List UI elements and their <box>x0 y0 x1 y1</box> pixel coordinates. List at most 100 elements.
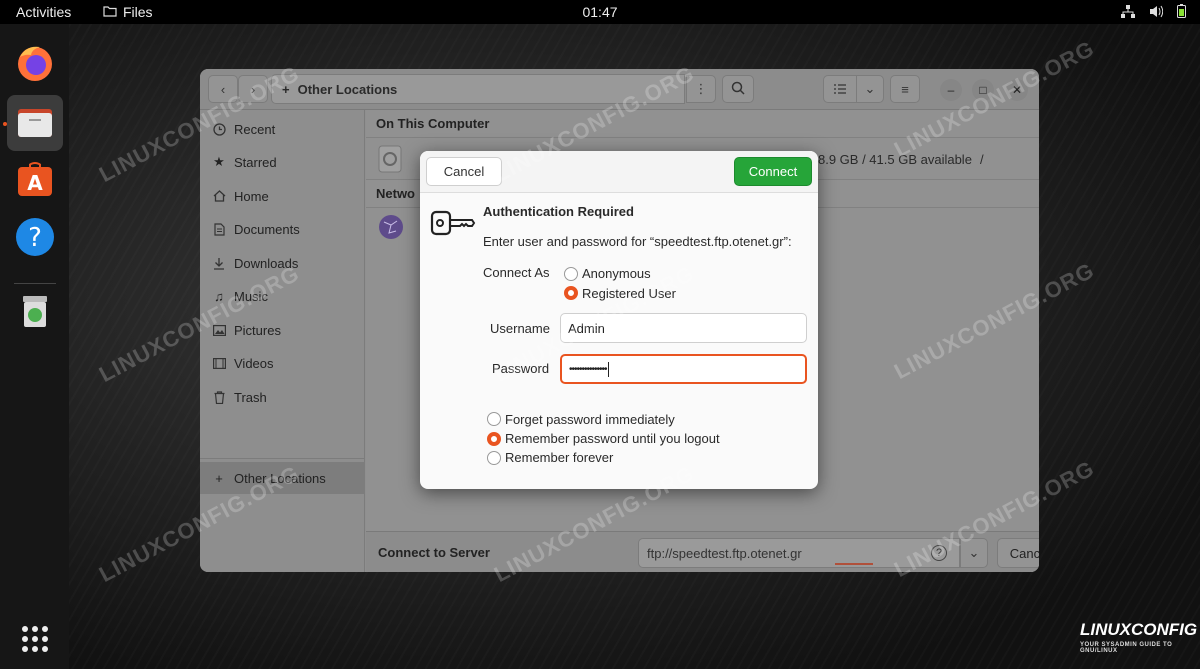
plus-icon: + <box>282 81 290 97</box>
dock-files[interactable] <box>7 95 63 151</box>
chevron-down-icon: ⌄ <box>864 81 876 96</box>
download-icon <box>212 256 226 270</box>
firefox-icon <box>15 43 55 86</box>
sidebar-item-trash[interactable]: Trash <box>200 381 365 413</box>
sidebar-item-videos[interactable]: Videos <box>200 347 365 379</box>
plus-icon: + <box>215 470 223 486</box>
radio-registered-user[interactable] <box>564 286 578 300</box>
help-icon[interactable]: ? <box>931 545 947 561</box>
search-button[interactable] <box>722 75 754 103</box>
help-icon: ? <box>15 217 55 260</box>
username-label: Username <box>490 321 550 336</box>
connect-server-label: Connect to Server <box>378 545 490 560</box>
server-history-dropdown[interactable]: ⌄ <box>960 538 988 568</box>
minimize-button[interactable]: – <box>940 79 962 101</box>
trash-icon <box>212 390 226 404</box>
key-icon <box>430 209 476 242</box>
disk-info: 8.9 GB / 41.5 GB available <box>818 152 972 167</box>
username-input[interactable]: Admin <box>560 313 807 343</box>
picture-icon <box>212 323 226 337</box>
trash-icon <box>15 291 55 334</box>
maximize-button[interactable]: □ <box>972 79 994 101</box>
remember-forever-label[interactable]: Remember forever <box>505 450 613 465</box>
minimize-icon: – <box>947 83 955 97</box>
music-icon: ♫ <box>214 288 224 304</box>
forget-password-label[interactable]: Forget password immediately <box>505 412 675 427</box>
sidebar-item-home[interactable]: Home <box>200 180 365 212</box>
radio-remember-forever[interactable] <box>487 451 501 465</box>
list-view-icon <box>834 82 846 97</box>
computer-row[interactable] <box>378 145 402 176</box>
dock: A ? <box>0 24 69 669</box>
clock-icon <box>212 122 226 136</box>
app-name: Files <box>123 4 153 20</box>
sidebar-item-documents[interactable]: Documents <box>200 213 365 245</box>
remember-until-logout-label[interactable]: Remember password until you logout <box>505 431 720 446</box>
app-menu[interactable]: Files <box>103 4 153 20</box>
main-menu-button[interactable]: ≡ <box>890 75 920 103</box>
network-globe-icon <box>378 215 404 243</box>
home-icon <box>212 189 226 203</box>
folder-icon <box>103 4 117 20</box>
disk-icon <box>378 145 402 176</box>
video-icon <box>212 356 226 370</box>
network-row[interactable] <box>378 214 404 243</box>
apps-grid-icon <box>21 625 49 656</box>
files-icon <box>15 102 55 145</box>
path-menu-button[interactable]: ⋮ <box>686 75 716 103</box>
networks-heading: Netwo <box>376 186 415 201</box>
back-button[interactable]: ‹ <box>208 75 238 103</box>
hamburger-menu-icon: ≡ <box>901 81 909 97</box>
anonymous-label[interactable]: Anonymous <box>582 266 651 281</box>
bottom-cancel-button[interactable]: Cancel <box>997 538 1039 568</box>
chevron-down-icon: ⌄ <box>968 545 980 560</box>
header-bar: ‹ › + Other Locations ⋮ ⌄ ≡ – □ ✕ <box>200 69 1039 110</box>
radio-remember-until-logout[interactable] <box>487 432 501 446</box>
view-options-button[interactable]: ⌄ <box>856 75 884 103</box>
sidebar-item-downloads[interactable]: Downloads <box>200 247 365 279</box>
svg-text:?: ? <box>28 223 42 253</box>
star-icon: ★ <box>213 154 225 169</box>
maximize-icon: □ <box>979 83 987 97</box>
on-this-computer-heading: On This Computer <box>376 116 490 131</box>
sidebar-item-pictures[interactable]: Pictures <box>200 314 365 346</box>
sidebar-item-recent[interactable]: Recent <box>200 113 365 145</box>
connect-as-label: Connect As <box>483 265 550 280</box>
search-icon <box>731 81 745 98</box>
divider <box>366 137 1039 138</box>
sidebar-item-other-locations[interactable]: + Other Locations <box>200 462 365 494</box>
connect-button[interactable]: Connect <box>734 157 812 186</box>
dock-software[interactable]: A <box>7 152 63 208</box>
input-progress-underline <box>835 563 873 565</box>
close-icon: ✕ <box>1011 83 1023 97</box>
dialog-message: Enter user and password for “speedtest.f… <box>483 234 792 249</box>
server-address-input[interactable]: ftp://speedtest.ftp.otenet.gr ? <box>638 538 960 568</box>
password-input[interactable]: ••••••••••••••• <box>560 354 807 384</box>
more-vertical-icon: ⋮ <box>694 81 708 96</box>
sidebar-item-starred[interactable]: ★ Starred <box>200 146 365 178</box>
clock[interactable]: 01:47 <box>582 4 617 20</box>
view-list-button[interactable] <box>823 75 857 103</box>
chevron-right-icon: › <box>250 81 256 97</box>
connect-server-bar: Connect to Server ftp://speedtest.ftp.ot… <box>366 531 1039 572</box>
dock-firefox[interactable] <box>7 36 63 92</box>
sidebar: Recent ★ Starred Home Documents Download… <box>200 110 365 572</box>
close-button[interactable]: ✕ <box>1006 79 1028 101</box>
dialog-cancel-button[interactable]: Cancel <box>426 157 502 186</box>
dialog-title: Authentication Required <box>483 204 634 219</box>
chevron-left-icon: ‹ <box>220 81 226 97</box>
password-label: Password <box>492 361 550 376</box>
volume-icon <box>1149 5 1163 18</box>
software-center-icon: A <box>15 159 55 202</box>
activities-button[interactable]: Activities <box>16 4 71 20</box>
dock-show-apps[interactable] <box>7 612 63 668</box>
forward-button[interactable]: › <box>238 75 268 103</box>
registered-user-label[interactable]: Registered User <box>582 286 676 301</box>
system-tray[interactable] <box>1121 4 1186 18</box>
radio-anonymous[interactable] <box>564 267 578 281</box>
path-bar[interactable]: + Other Locations <box>271 74 685 104</box>
sidebar-item-music[interactable]: ♫ Music <box>200 280 365 312</box>
radio-forget-password[interactable] <box>487 412 501 426</box>
dock-trash[interactable] <box>7 284 63 340</box>
dock-help[interactable]: ? <box>7 210 63 266</box>
